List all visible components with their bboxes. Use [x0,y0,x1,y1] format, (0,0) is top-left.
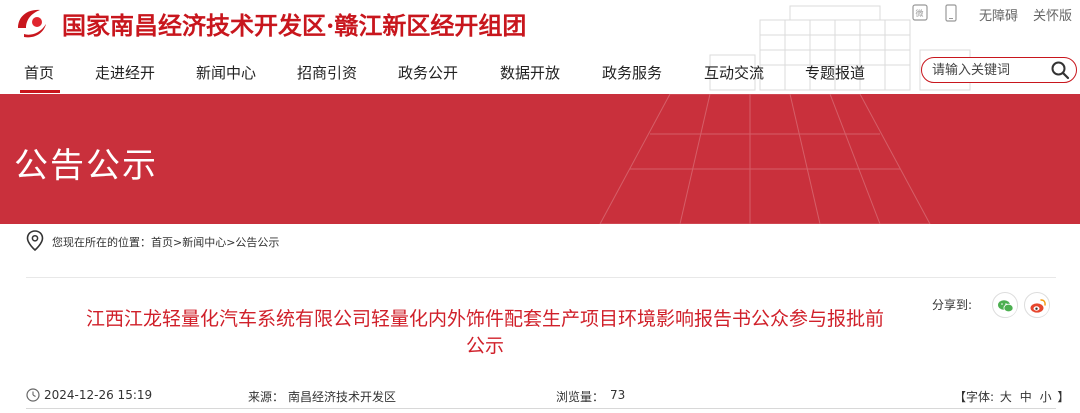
search-input[interactable] [932,61,1042,79]
article-title-line-1: 江西江龙轻量化汽车系统有限公司轻量化内外饰件配套生产项目环境影响报告书公众参与报… [85,308,884,330]
breadcrumb[interactable]: 您现在所在的位置：首页>新闻中心>公告公示 [52,234,279,250]
location-pin-icon [26,230,44,252]
views-count: 73 [610,388,626,402]
wechat-share-icon [995,295,1017,317]
nav-item-gov-open[interactable]: 政务公开 [398,62,458,83]
search-icon[interactable] [1050,60,1070,80]
nav-item-investment[interactable]: 招商引资 [297,62,357,83]
elder-care-link[interactable]: 关怀版 [1033,5,1072,24]
nav-item-open-data[interactable]: 数据开放 [500,62,560,83]
svg-text:微: 微 [916,8,924,18]
views-label: 浏览量： [556,390,605,404]
weibo-share-icon [1027,295,1049,317]
nav-item-about[interactable]: 走进经开 [95,62,155,83]
share-label: 分享到: [932,298,973,312]
source-label: 来源： [248,390,285,404]
article-title-line-2: 公示 [465,335,504,357]
font-size-control: 【字体: 大 中 小 】 [954,388,1069,405]
wechat-share-button[interactable] [992,292,1018,318]
nav-item-special[interactable]: 专题报道 [805,62,865,83]
font-size-label: 【字体: [954,390,995,404]
font-size-small[interactable]: 小 [1040,390,1052,404]
font-size-medium[interactable]: 中 [1020,390,1032,404]
main-nav: 首页 走进经开 新闻中心 招商引资 政务公开 数据开放 政务服务 互动交流 专题… [0,50,1080,94]
banner-title: 公告公示 [14,146,158,186]
header: 国家南昌经济技术开发区·赣江新区经开组团 微 无障碍 关怀版 [0,0,1080,91]
mobile-icon[interactable] [943,4,959,22]
nav-item-interaction[interactable]: 互动交流 [704,62,764,83]
article-panel: 您现在所在的位置：首页>新闻中心>公告公示 江西江龙轻量化汽车系统有限公司轻量化… [26,230,1069,413]
meta-divider [26,408,1056,409]
breadcrumb-divider [26,277,1056,278]
banner-building-graphic [599,94,931,224]
font-size-close: 】 [1057,390,1070,404]
nav-item-news[interactable]: 新闻中心 [196,62,256,83]
source-value: 南昌经济技术开发区 [288,390,397,404]
font-size-large[interactable]: 大 [1000,390,1012,404]
article-title: 江西江龙轻量化汽车系统有限公司轻量化内外饰件配套生产项目环境影响报告书公众参与报… [26,306,944,360]
accessibility-link[interactable]: 无障碍 [979,5,1018,24]
page: 国家南昌经济技术开发区·赣江新区经开组团 微 无障碍 关怀版 首页 走进经开 新… [0,0,1080,413]
publish-date: 2024-12-26 15:19 [44,388,153,402]
weibo-share-button[interactable] [1024,292,1050,318]
wechat-qr-icon[interactable]: 微 [912,4,928,22]
nav-item-gov-service[interactable]: 政务服务 [602,62,662,83]
nav-active-indicator [20,90,60,93]
site-title[interactable]: 国家南昌经济技术开发区·赣江新区经开组团 [62,6,526,41]
search-box [921,57,1077,83]
page-banner: 公告公示 [0,94,1080,224]
logo-mark-icon[interactable] [14,6,50,40]
clock-icon [26,388,40,402]
nav-item-home[interactable]: 首页 [24,62,54,83]
